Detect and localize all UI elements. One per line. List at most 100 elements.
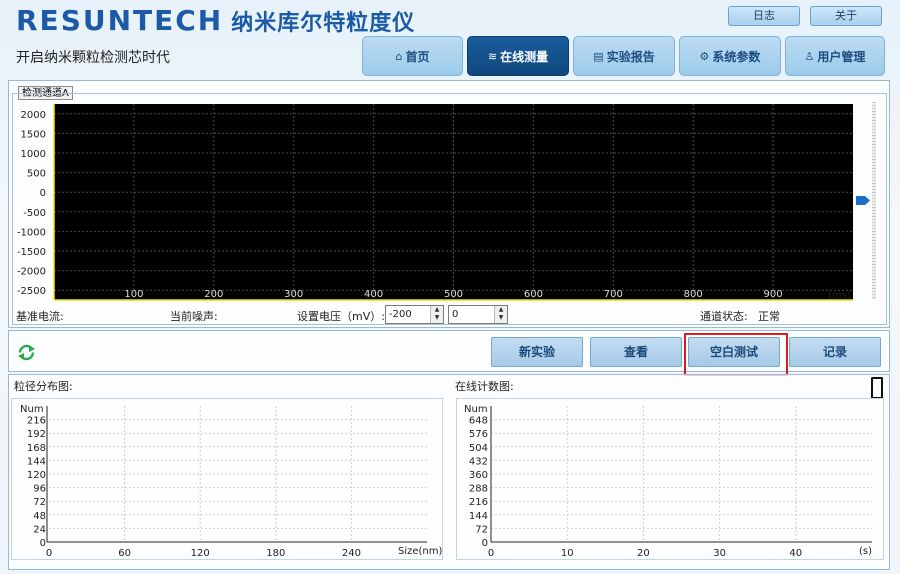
signal-x-tick-label: 600 bbox=[524, 289, 543, 300]
refresh-icon[interactable] bbox=[16, 343, 37, 362]
signal-x-tick-label: 700 bbox=[604, 289, 623, 300]
gear-icon: ⚙ bbox=[699, 49, 710, 63]
count-x-tick-label: 30 bbox=[713, 548, 726, 559]
set-voltage-label: 设置电压（mV）: bbox=[297, 310, 385, 323]
home-icon: ⌂ bbox=[395, 49, 403, 63]
size-y-tick-label: 168 bbox=[27, 443, 46, 454]
size-x-label: Size(nm) bbox=[398, 546, 443, 557]
channel-slider-thumb[interactable] bbox=[856, 196, 870, 205]
baseline-current-label: 基准电流: bbox=[16, 310, 64, 323]
tab-online-measure-label: 在线测量 bbox=[500, 49, 549, 64]
stepper-down-icon[interactable]: ▼ bbox=[431, 314, 443, 322]
size-y-tick-label: 72 bbox=[33, 497, 46, 508]
current-noise-label: 当前噪声: bbox=[170, 310, 218, 323]
stepper-down-icon[interactable]: ▼ bbox=[495, 314, 507, 322]
size-x-tick-label: 120 bbox=[191, 548, 210, 559]
app-header: RESUNTECH 纳米库尔特粒度仪 开启纳米颗粒检测芯时代 日志 关于 ⌂ 首页 … bbox=[0, 0, 900, 80]
count-x-label: (s) bbox=[859, 546, 872, 557]
logo-brand: RESUNTECH bbox=[16, 4, 224, 37]
signal-x-tick-label: 900 bbox=[764, 289, 783, 300]
signal-y-tick-label: 2000 bbox=[21, 110, 46, 121]
tab-home-label: 首页 bbox=[405, 49, 430, 64]
second-value: 0 bbox=[452, 309, 459, 320]
count-y-tick-label: 432 bbox=[469, 456, 488, 467]
channel-status-value: 正常 bbox=[758, 310, 780, 323]
voltage-stepper[interactable]: -200 ▲ ▼ bbox=[385, 305, 444, 324]
voltage-stepper-arrows[interactable]: ▲ ▼ bbox=[430, 306, 443, 323]
second-stepper[interactable]: 0 ▲ ▼ bbox=[448, 305, 508, 324]
signal-x-tick-label: 400 bbox=[364, 289, 383, 300]
app-slogan: 开启纳米颗粒检测芯时代 bbox=[16, 50, 170, 66]
signal-y-tick-label: -2500 bbox=[17, 286, 46, 297]
signal-x-tick-label: 200 bbox=[204, 289, 223, 300]
signal-x-tick-label: 300 bbox=[284, 289, 303, 300]
size-y-tick-label: 24 bbox=[33, 524, 46, 535]
count-y-tick-label: 144 bbox=[469, 511, 488, 522]
channel-slider-track[interactable] bbox=[872, 102, 876, 300]
tab-system-params-label: 系统参数 bbox=[712, 49, 761, 64]
tab-user-management-label: 用户管理 bbox=[817, 49, 866, 64]
count-y-label: Num bbox=[464, 404, 488, 415]
stepper-up-icon[interactable]: ▲ bbox=[495, 306, 507, 314]
tab-user-management[interactable]: ♙ 用户管理 bbox=[785, 36, 885, 76]
signal-x-tick-label: 500 bbox=[444, 289, 463, 300]
signal-y-tick-label: -2000 bbox=[17, 267, 46, 278]
view-button[interactable]: 查看 bbox=[590, 337, 682, 367]
signal-y-tick-label: -1500 bbox=[17, 247, 46, 258]
size-y-tick-label: 96 bbox=[33, 484, 46, 495]
count-x-tick-label: 0 bbox=[488, 548, 494, 559]
signal-chart: 2000 1500 1000 500 0 -500 -1000 -1500 -2000 -2500… bbox=[17, 104, 853, 301]
online-count-chart: 072144216288360432504576648 0 10 20 30 40 Nu… bbox=[464, 404, 872, 559]
size-x-tick-label: 60 bbox=[118, 548, 131, 559]
report-icon: ▤ bbox=[593, 49, 604, 63]
size-x-tick-label: 240 bbox=[342, 548, 361, 559]
counter-display: 0 bbox=[871, 377, 883, 399]
size-y-tick-label: 120 bbox=[27, 470, 46, 481]
new-experiment-button[interactable]: 新实验 bbox=[491, 337, 583, 367]
size-y-tick-label: 216 bbox=[27, 416, 46, 427]
online-count-title: 在线计数图: bbox=[455, 380, 514, 393]
logo-product-name: 纳米库尔特粒度仪 bbox=[231, 11, 416, 36]
count-y-tick-label: 576 bbox=[469, 429, 488, 440]
signal-x-tick-label: 800 bbox=[684, 289, 703, 300]
count-y-tick-label: 504 bbox=[469, 443, 488, 454]
app-logo: RESUNTECH 纳米库尔特粒度仪 bbox=[16, 4, 415, 37]
count-x-tick-label: 40 bbox=[789, 548, 802, 559]
measure-icon: ≋ bbox=[487, 49, 498, 63]
count-x-tick-label: 10 bbox=[561, 548, 574, 559]
tab-report-label: 实验报告 bbox=[606, 49, 655, 64]
count-y-tick-label: 288 bbox=[469, 484, 488, 495]
signal-x-tick-label: 100 bbox=[124, 289, 143, 300]
size-y-label: Num bbox=[20, 404, 44, 415]
signal-x-unit: (ms) bbox=[828, 290, 851, 301]
signal-y-tick-label: 500 bbox=[27, 169, 46, 180]
about-button[interactable]: 关于 bbox=[810, 6, 882, 26]
voltage-value: -200 bbox=[389, 309, 412, 320]
log-button[interactable]: 日志 bbox=[728, 6, 800, 26]
count-y-tick-label: 648 bbox=[469, 416, 488, 427]
record-button[interactable]: 记录 bbox=[789, 337, 881, 367]
count-y-tick-label: 216 bbox=[469, 497, 488, 508]
user-icon: ♙ bbox=[804, 49, 815, 63]
tab-online-measure[interactable]: ≋ 在线测量 bbox=[467, 36, 569, 76]
signal-y-tick-label: -1000 bbox=[17, 227, 46, 238]
size-distribution-chart: 024487296120144168192216 0 60 120 180 240 Nu… bbox=[20, 404, 443, 559]
size-y-tick-label: 192 bbox=[27, 429, 46, 440]
second-stepper-arrows[interactable]: ▲ ▼ bbox=[494, 306, 507, 323]
size-x-tick-label: 180 bbox=[266, 548, 285, 559]
signal-y-tick-label: 0 bbox=[40, 188, 46, 199]
size-y-tick-label: 48 bbox=[33, 511, 46, 522]
size-x-tick-label: 0 bbox=[46, 548, 52, 559]
stepper-up-icon[interactable]: ▲ bbox=[431, 306, 443, 314]
tab-report[interactable]: ▤ 实验报告 bbox=[573, 36, 675, 76]
signal-y-tick-label: 1500 bbox=[21, 129, 46, 140]
blank-test-highlight bbox=[684, 333, 788, 376]
tab-system-params[interactable]: ⚙ 系统参数 bbox=[679, 36, 781, 76]
count-y-tick-label: 360 bbox=[469, 470, 488, 481]
size-y-tick-label: 144 bbox=[27, 456, 46, 467]
channel-status-label: 通道状态: bbox=[700, 310, 748, 323]
signal-y-tick-label: 1000 bbox=[21, 149, 46, 160]
tab-home[interactable]: ⌂ 首页 bbox=[362, 36, 463, 76]
count-x-tick-label: 20 bbox=[637, 548, 650, 559]
size-distribution-title: 粒径分布图: bbox=[14, 380, 73, 393]
